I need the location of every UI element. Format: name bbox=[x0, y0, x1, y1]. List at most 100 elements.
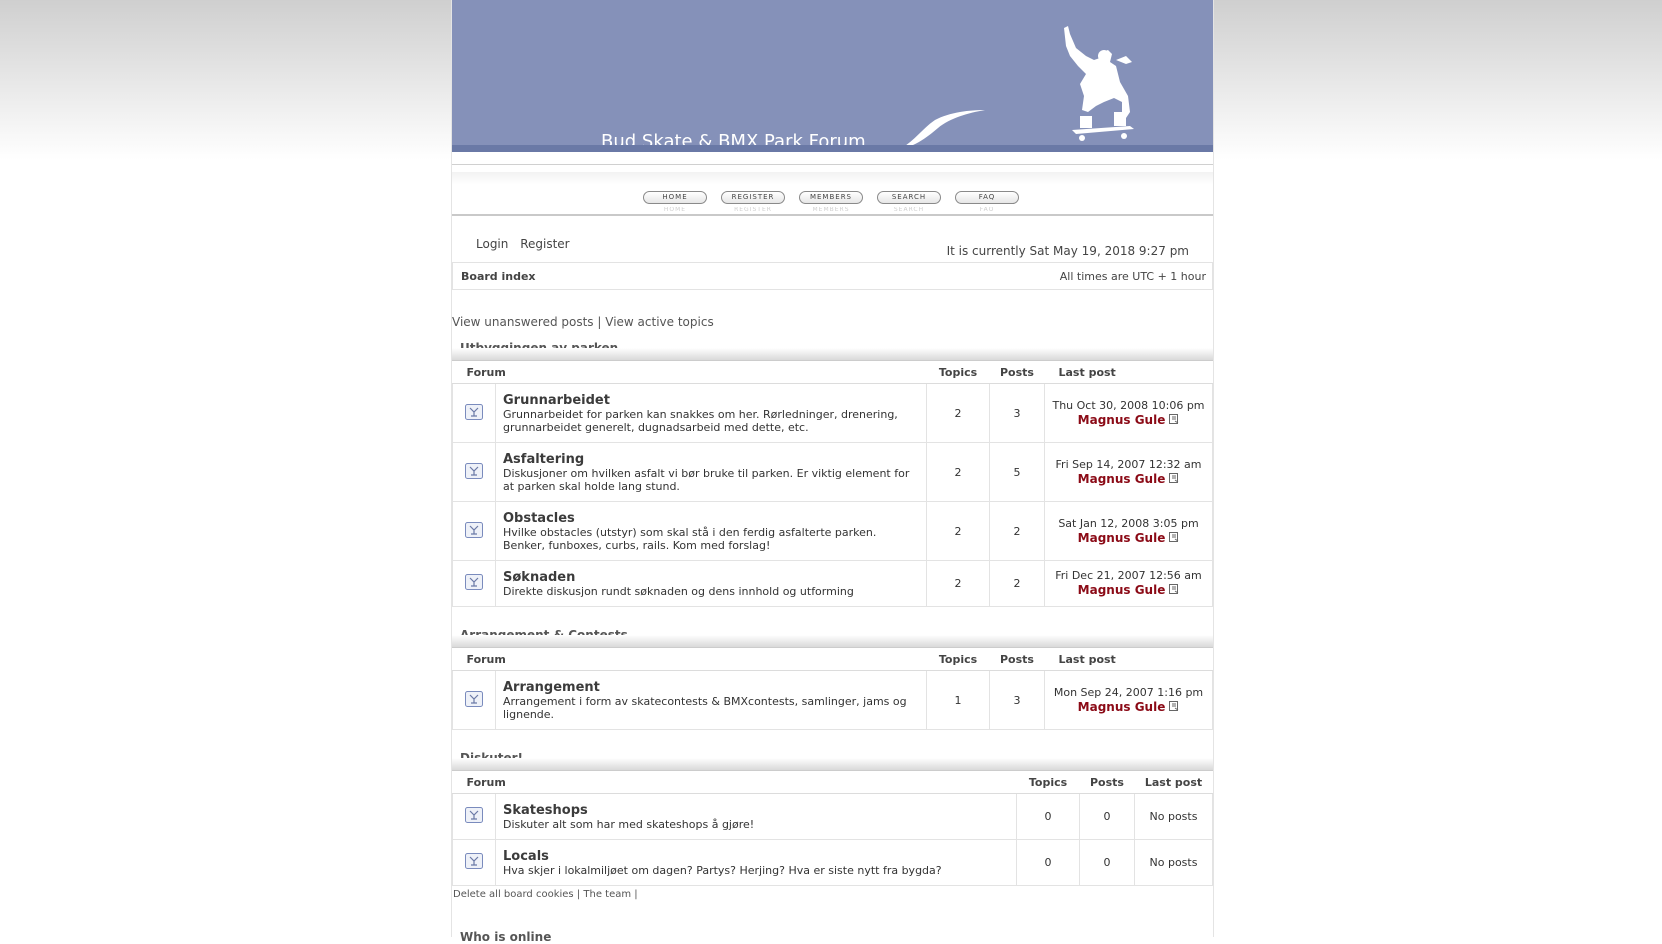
posts-count: 2 bbox=[989, 501, 1045, 561]
table-row: Locals Hva skjer i lokalmiljøet om dagen?… bbox=[452, 839, 1213, 886]
table-header-row: Forum Topics Posts Last post bbox=[452, 649, 1213, 671]
forum-link[interactable]: Grunnarbeidet bbox=[503, 393, 920, 408]
forum-description: Direkte diskusjon rundt søknaden og dens… bbox=[503, 584, 854, 598]
nav-faq-button[interactable]: FAQ FAQ bbox=[955, 191, 1019, 211]
register-link[interactable]: Register bbox=[520, 237, 569, 251]
view-unanswered-link[interactable]: View unanswered posts bbox=[452, 315, 594, 329]
nav-label: HOME bbox=[662, 193, 688, 201]
table-row: Obstacles Hvilke obstacles (utstyr) som s… bbox=[452, 501, 1213, 561]
forum-status-icon bbox=[452, 670, 496, 730]
last-post-cell: Fri Sep 14, 2007 12:32 am Magnus Gule bbox=[1044, 442, 1213, 502]
delete-cookies-link[interactable]: Delete all board cookies bbox=[453, 889, 574, 900]
topics-count: 2 bbox=[926, 383, 990, 443]
divider-band bbox=[452, 172, 1213, 185]
posts-count: 0 bbox=[1079, 793, 1135, 840]
header-last-post: Last post bbox=[1044, 362, 1213, 384]
category-divider bbox=[452, 348, 1213, 361]
table-row: Søknaden Direkte diskusjon rundt søknaden… bbox=[452, 560, 1213, 607]
forum-link[interactable]: Arrangement bbox=[503, 680, 920, 695]
nav-home-button[interactable]: HOME HOME bbox=[643, 191, 707, 211]
topics-count: 2 bbox=[926, 442, 990, 502]
nav-search-button[interactable]: SEARCH SEARCH bbox=[877, 191, 941, 211]
forum-link[interactable]: Obstacles bbox=[503, 511, 920, 526]
table-row: Grunnarbeidet Grunnarbeidet for parken ka… bbox=[452, 383, 1213, 443]
last-post-date: Mon Sep 24, 2007 1:16 pm bbox=[1053, 685, 1204, 699]
header-topics: Topics bbox=[926, 649, 990, 671]
view-active-link[interactable]: View active topics bbox=[605, 315, 713, 329]
nav-register-button[interactable]: REGISTER REGISTER bbox=[721, 191, 785, 211]
skater-logo bbox=[1064, 26, 1134, 141]
topics-count: 2 bbox=[926, 501, 990, 561]
category-divider bbox=[452, 635, 1213, 648]
header-posts: Posts bbox=[1079, 772, 1135, 794]
view-latest-post-icon[interactable] bbox=[1169, 531, 1179, 546]
last-post-author[interactable]: Magnus Gule bbox=[1078, 413, 1166, 427]
forum-info: Obstacles Hvilke obstacles (utstyr) som s… bbox=[495, 501, 927, 561]
forum-info: Søknaden Direkte diskusjon rundt søknaden… bbox=[495, 560, 927, 607]
view-latest-post-icon[interactable] bbox=[1169, 472, 1179, 487]
forum-info: Asfaltering Diskusjoner om hvilken asfalt… bbox=[495, 442, 927, 502]
separator: | bbox=[597, 315, 602, 329]
forum-info: Grunnarbeidet Grunnarbeidet for parken ka… bbox=[495, 383, 927, 443]
last-post-cell: No posts bbox=[1134, 839, 1213, 886]
forum-description: Grunnarbeidet for parken kan snakkes om … bbox=[503, 407, 898, 434]
last-post-author[interactable]: Magnus Gule bbox=[1078, 531, 1166, 545]
forum-table: Forum Topics Posts Last post Arrangement… bbox=[452, 649, 1213, 730]
header-topics: Topics bbox=[1016, 772, 1080, 794]
nav-label: MEMBERS bbox=[809, 193, 853, 201]
view-latest-post-icon[interactable] bbox=[1169, 413, 1179, 428]
forum-description: Arrangement i form av skatecontests & BM… bbox=[503, 694, 907, 721]
view-latest-post-icon[interactable] bbox=[1169, 700, 1179, 715]
table-header-row: Forum Topics Posts Last post bbox=[452, 772, 1213, 794]
team-link[interactable]: The team bbox=[583, 889, 631, 900]
current-datetime: It is currently Sat May 19, 2018 9:27 pm bbox=[946, 244, 1189, 258]
posts-count: 3 bbox=[989, 670, 1045, 730]
last-post-author[interactable]: Magnus Gule bbox=[1078, 700, 1166, 714]
last-post-cell: Mon Sep 24, 2007 1:16 pm Magnus Gule bbox=[1044, 670, 1213, 730]
forum-status-icon bbox=[452, 383, 496, 443]
timezone-info: All times are UTC + 1 hour bbox=[1059, 270, 1206, 283]
nav-label: REGISTER bbox=[731, 193, 775, 201]
last-post-date: Fri Dec 21, 2007 12:56 am bbox=[1055, 569, 1202, 582]
breadcrumb-board-index[interactable]: Board index bbox=[461, 270, 536, 283]
no-posts-text: No posts bbox=[1149, 809, 1198, 823]
forum-info: Arrangement Arrangement i form av skateco… bbox=[495, 670, 927, 730]
forum-link[interactable]: Søknaden bbox=[503, 570, 920, 585]
forum-description: Diskuter alt som har med skateshops å gj… bbox=[503, 817, 755, 831]
breadcrumb-bar: Board index All times are UTC + 1 hour bbox=[452, 262, 1213, 290]
table-header-row: Forum Topics Posts Last post bbox=[452, 362, 1213, 384]
forum-link[interactable]: Locals bbox=[503, 849, 1010, 864]
view-latest-post-icon[interactable] bbox=[1169, 584, 1179, 598]
separator: | bbox=[634, 889, 638, 900]
last-post-date: Fri Sep 14, 2007 12:32 am bbox=[1055, 457, 1202, 471]
header-posts: Posts bbox=[989, 362, 1045, 384]
last-post-author[interactable]: Magnus Gule bbox=[1078, 472, 1166, 486]
forum-info: Skateshops Diskuter alt som har med skate… bbox=[495, 793, 1017, 840]
view-links: View unanswered posts | View active topi… bbox=[452, 315, 714, 329]
forum-status-icon bbox=[452, 560, 496, 607]
forum-link[interactable]: Asfaltering bbox=[503, 452, 920, 467]
nav-label: FAQ bbox=[978, 193, 996, 201]
posts-count: 0 bbox=[1079, 839, 1135, 886]
nav-members-button[interactable]: MEMBERS MEMBERS bbox=[799, 191, 863, 211]
who-is-online-title: Who is online bbox=[460, 930, 552, 944]
header-banner: Bud Skate & BMX Park Forum bbox=[452, 0, 1213, 152]
forum-link[interactable]: Skateshops bbox=[503, 803, 1010, 818]
header-topics: Topics bbox=[926, 362, 990, 384]
no-posts-text: No posts bbox=[1149, 855, 1198, 869]
last-post-cell: No posts bbox=[1134, 793, 1213, 840]
posts-count: 3 bbox=[989, 383, 1045, 443]
banner-stripe bbox=[452, 145, 1213, 152]
last-post-cell: Thu Oct 30, 2008 10:06 pm Magnus Gule bbox=[1044, 383, 1213, 443]
forum-table: Forum Topics Posts Last post Grunnarbeid… bbox=[452, 362, 1213, 607]
header-last-post: Last post bbox=[1134, 772, 1213, 794]
category-divider bbox=[452, 758, 1213, 771]
last-post-author[interactable]: Magnus Gule bbox=[1078, 583, 1166, 597]
last-post-date: Sat Jan 12, 2008 3:05 pm bbox=[1058, 516, 1199, 530]
forum-status-icon bbox=[452, 839, 496, 886]
login-link[interactable]: Login bbox=[476, 237, 508, 251]
topics-count: 0 bbox=[1016, 839, 1080, 886]
user-links: Login Register bbox=[476, 237, 578, 251]
forum-table: Forum Topics Posts Last post Skateshops D… bbox=[452, 772, 1213, 886]
topics-count: 2 bbox=[926, 560, 990, 607]
